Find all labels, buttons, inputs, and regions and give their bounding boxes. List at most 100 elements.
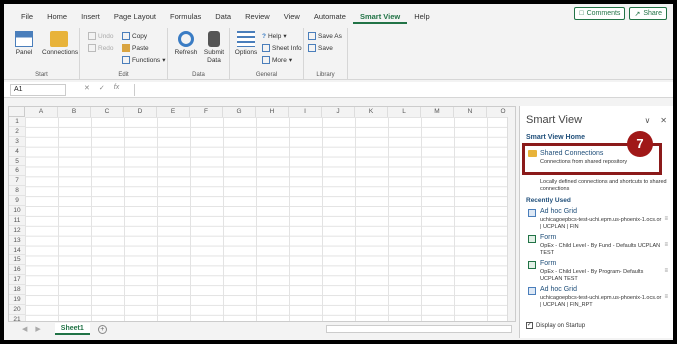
share-button[interactable]: ↗ Share bbox=[629, 7, 667, 20]
connections-button[interactable]: Connections bbox=[42, 31, 78, 57]
tab-formulas[interactable]: Formulas bbox=[163, 10, 208, 24]
refresh-button[interactable]: Refresh bbox=[172, 31, 200, 57]
recent-item[interactable]: Form OpEx - Child Level - By Fund - Defa… bbox=[526, 234, 670, 260]
select-all-corner[interactable] bbox=[9, 107, 25, 117]
row-header[interactable]: 1 bbox=[9, 117, 25, 127]
pin-icon[interactable]: ≡ bbox=[664, 216, 668, 222]
column-header[interactable]: B bbox=[58, 107, 91, 117]
column-header[interactable]: J bbox=[322, 107, 355, 117]
checkbox-checked-icon[interactable]: ✓ bbox=[526, 322, 533, 329]
row-header[interactable]: 11 bbox=[9, 215, 25, 226]
column-header[interactable]: O bbox=[487, 107, 515, 117]
row-header[interactable]: 12 bbox=[9, 225, 25, 236]
tab-help[interactable]: Help bbox=[407, 10, 436, 24]
smart-view-home-link[interactable]: Smart View Home bbox=[526, 134, 585, 141]
tab-insert[interactable]: Insert bbox=[74, 10, 107, 24]
column-header[interactable]: D bbox=[124, 107, 157, 117]
comments-button[interactable]: □ Comments bbox=[574, 7, 626, 20]
panel-button[interactable]: Panel bbox=[10, 31, 38, 57]
fx-icon[interactable]: fx bbox=[114, 84, 119, 92]
horizontal-scrollbar[interactable] bbox=[326, 325, 512, 333]
column-header[interactable]: L bbox=[388, 107, 421, 117]
help-icon: ? bbox=[262, 32, 266, 40]
column-header[interactable]: G bbox=[223, 107, 256, 117]
cancel-icon[interactable]: ✕ bbox=[84, 84, 90, 92]
row-header[interactable]: 9 bbox=[9, 196, 25, 207]
row-header[interactable]: 18 bbox=[9, 285, 25, 296]
tab-home[interactable]: Home bbox=[40, 10, 74, 24]
paste-button[interactable]: Paste bbox=[122, 43, 149, 53]
row-header[interactable]: 20 bbox=[9, 304, 25, 315]
recent-item[interactable]: Ad hoc Grid uchicagoepbcs-test-uchi.epm.… bbox=[526, 286, 670, 312]
functions-icon bbox=[122, 56, 130, 64]
help-button[interactable]: ? Help ▾ bbox=[262, 31, 287, 41]
tab-smart-view[interactable]: Smart View bbox=[352, 10, 408, 24]
column-header[interactable]: N bbox=[454, 107, 487, 117]
pin-icon[interactable]: ≡ bbox=[664, 294, 668, 300]
shared-connections-link[interactable]: Shared Connections bbox=[540, 150, 603, 157]
row-header[interactable]: 8 bbox=[9, 186, 25, 197]
tab-view[interactable]: View bbox=[277, 10, 307, 24]
recent-item[interactable]: Form OpEx - Child Level - By Program- De… bbox=[526, 260, 670, 286]
column-header[interactable]: C bbox=[91, 107, 124, 117]
save-button[interactable]: Save bbox=[308, 43, 333, 53]
name-box[interactable]: A1 bbox=[10, 84, 66, 96]
sheet-info-label: Sheet Info bbox=[272, 44, 302, 52]
functions-button[interactable]: Functions ▾ bbox=[122, 55, 165, 65]
redo-button[interactable]: Redo bbox=[88, 43, 114, 53]
row-header[interactable]: 17 bbox=[9, 275, 25, 286]
tab-review[interactable]: Review bbox=[238, 10, 277, 24]
tab-page-layout[interactable]: Page Layout bbox=[107, 10, 163, 24]
cells-area[interactable] bbox=[25, 117, 507, 321]
row-header[interactable]: 15 bbox=[9, 255, 25, 266]
local-connections-link[interactable]: Locally defined connections and shortcut… bbox=[540, 179, 670, 193]
display-on-startup[interactable]: ✓ Display on Startup bbox=[526, 322, 585, 329]
undo-button[interactable]: Undo bbox=[88, 31, 114, 41]
column-header[interactable]: M bbox=[421, 107, 454, 117]
column-header[interactable]: H bbox=[256, 107, 289, 117]
column-header[interactable]: E bbox=[157, 107, 190, 117]
submit-data-button[interactable]: Submit Data bbox=[200, 31, 228, 65]
next-sheet-icon[interactable]: ▶ bbox=[35, 325, 40, 333]
row-header[interactable]: 10 bbox=[9, 206, 25, 216]
row-header[interactable]: 14 bbox=[9, 245, 25, 256]
column-header[interactable]: K bbox=[355, 107, 388, 117]
tab-automate[interactable]: Automate bbox=[307, 10, 353, 24]
column-header[interactable]: F bbox=[190, 107, 223, 117]
recent-item[interactable]: Ad hoc Grid uchicagoepbcs-test-uchi.epm.… bbox=[526, 208, 670, 234]
column-header[interactable]: I bbox=[289, 107, 322, 117]
pin-icon[interactable]: ≡ bbox=[664, 268, 668, 274]
options-button[interactable]: Options bbox=[232, 31, 260, 57]
chevron-down-icon[interactable]: ∨ bbox=[644, 116, 650, 125]
add-sheet-icon[interactable]: + bbox=[97, 324, 107, 334]
tab-data[interactable]: Data bbox=[208, 10, 238, 24]
copy-button[interactable]: Copy bbox=[122, 31, 147, 41]
column-header[interactable]: A bbox=[25, 107, 58, 117]
row-header[interactable]: 6 bbox=[9, 166, 25, 177]
row-header[interactable]: 3 bbox=[9, 136, 25, 147]
recent-item-desc: uchicagoepbcs-test-uchi.epm.us-phoenix-1… bbox=[540, 217, 662, 230]
submit-data-icon bbox=[208, 31, 220, 47]
sheet-info-button[interactable]: Sheet Info bbox=[262, 43, 302, 53]
prev-sheet-icon[interactable]: ◀ bbox=[22, 325, 27, 333]
row-header[interactable]: 5 bbox=[9, 156, 25, 167]
close-icon[interactable]: ✕ bbox=[660, 116, 667, 125]
formula-input[interactable] bbox=[134, 84, 513, 96]
save-as-button[interactable]: Save As bbox=[308, 31, 342, 41]
row-header[interactable]: 19 bbox=[9, 295, 25, 305]
row-header[interactable]: 2 bbox=[9, 126, 25, 137]
sheet-tab[interactable]: Sheet1 bbox=[54, 323, 90, 335]
more-label: More bbox=[272, 56, 287, 64]
recent-item-desc: OpEx - Child Level - By Fund - Defaults … bbox=[540, 243, 661, 256]
row-header[interactable]: 4 bbox=[9, 146, 25, 157]
row-header[interactable]: 13 bbox=[9, 235, 25, 246]
tab-file[interactable]: File bbox=[14, 10, 40, 24]
row-header[interactable]: 7 bbox=[9, 176, 25, 187]
sheet-info-icon bbox=[262, 44, 270, 52]
row-header[interactable]: 16 bbox=[9, 265, 25, 276]
row-header[interactable]: 21 bbox=[9, 314, 25, 321]
vertical-scrollbar[interactable] bbox=[507, 117, 515, 321]
more-button[interactable]: More ▾ bbox=[262, 55, 292, 65]
check-icon[interactable]: ✓ bbox=[99, 84, 105, 92]
pin-icon[interactable]: ≡ bbox=[664, 242, 668, 248]
